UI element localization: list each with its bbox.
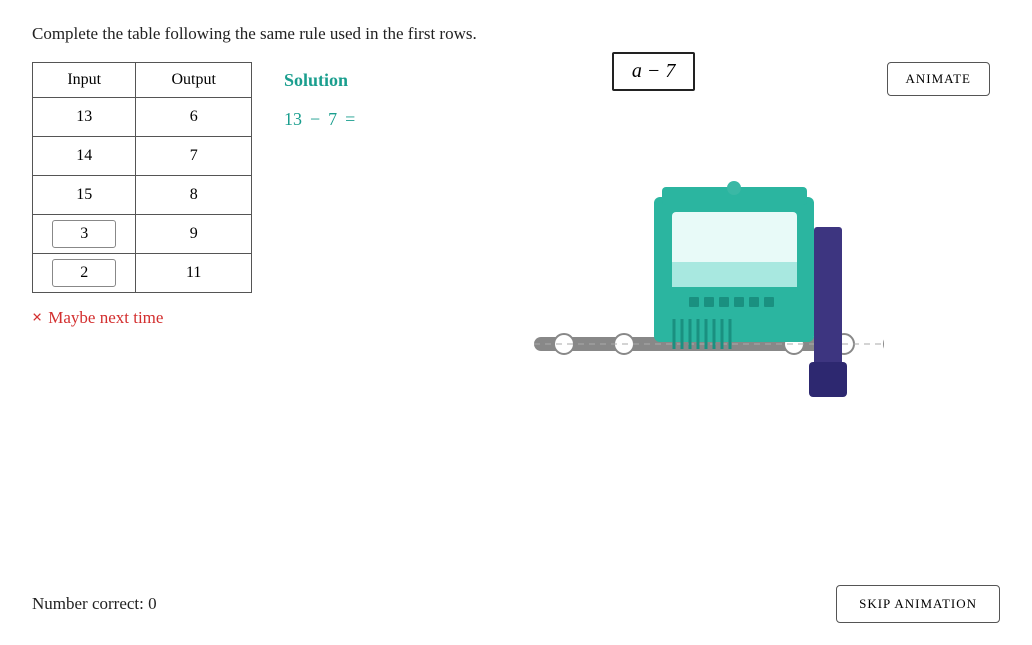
formula-box: a − 7 xyxy=(612,52,696,91)
bottom-bar: Number correct: 0 SKIP ANIMATION xyxy=(32,585,1000,623)
input-field-4[interactable] xyxy=(52,259,116,287)
feedback-section: × Maybe next time xyxy=(32,307,252,328)
input-cell-1: 14 xyxy=(33,137,136,176)
eq-part-0: 13 xyxy=(284,109,302,130)
feedback-x-icon: × xyxy=(32,307,42,328)
eq-part-2: 7 xyxy=(328,109,337,130)
solution-equation: 13 − 7 = xyxy=(284,109,355,130)
number-correct-label: Number correct: 0 xyxy=(32,594,157,614)
eq-part-3: = xyxy=(345,109,355,130)
feedback-text: Maybe next time xyxy=(48,308,163,328)
input-cell-0: 13 xyxy=(33,98,136,137)
input-cell-3 xyxy=(33,215,136,254)
table-row: 136 xyxy=(33,98,252,137)
output-cell-0: 6 xyxy=(136,98,252,137)
input-field-3[interactable] xyxy=(52,220,116,248)
table-row: 158 xyxy=(33,176,252,215)
output-cell-3: 9 xyxy=(136,215,252,254)
eq-part-1: − xyxy=(310,109,320,130)
io-table: Input Output 136147158911 xyxy=(32,62,252,293)
input-cell-2: 15 xyxy=(33,176,136,215)
machine-svg xyxy=(504,97,884,417)
output-cell-4: 11 xyxy=(136,254,252,293)
col-header-output: Output xyxy=(136,63,252,98)
solution-section: Solution 13 − 7 = xyxy=(284,62,355,130)
solution-title: Solution xyxy=(284,70,355,91)
io-table-section: Input Output 136147158911 × Maybe next t… xyxy=(32,62,252,328)
skip-animation-button[interactable]: SKIP ANIMATION xyxy=(836,585,1000,623)
table-row: 9 xyxy=(33,215,252,254)
animate-button[interactable]: ANIMATE xyxy=(887,62,991,96)
table-row: 11 xyxy=(33,254,252,293)
output-cell-2: 8 xyxy=(136,176,252,215)
col-header-input: Input xyxy=(33,63,136,98)
input-cell-4 xyxy=(33,254,136,293)
output-cell-1: 7 xyxy=(136,137,252,176)
instruction-text: Complete the table following the same ru… xyxy=(32,24,1000,44)
table-row: 147 xyxy=(33,137,252,176)
machine-section: ANIMATE a − 7 xyxy=(387,52,1000,417)
